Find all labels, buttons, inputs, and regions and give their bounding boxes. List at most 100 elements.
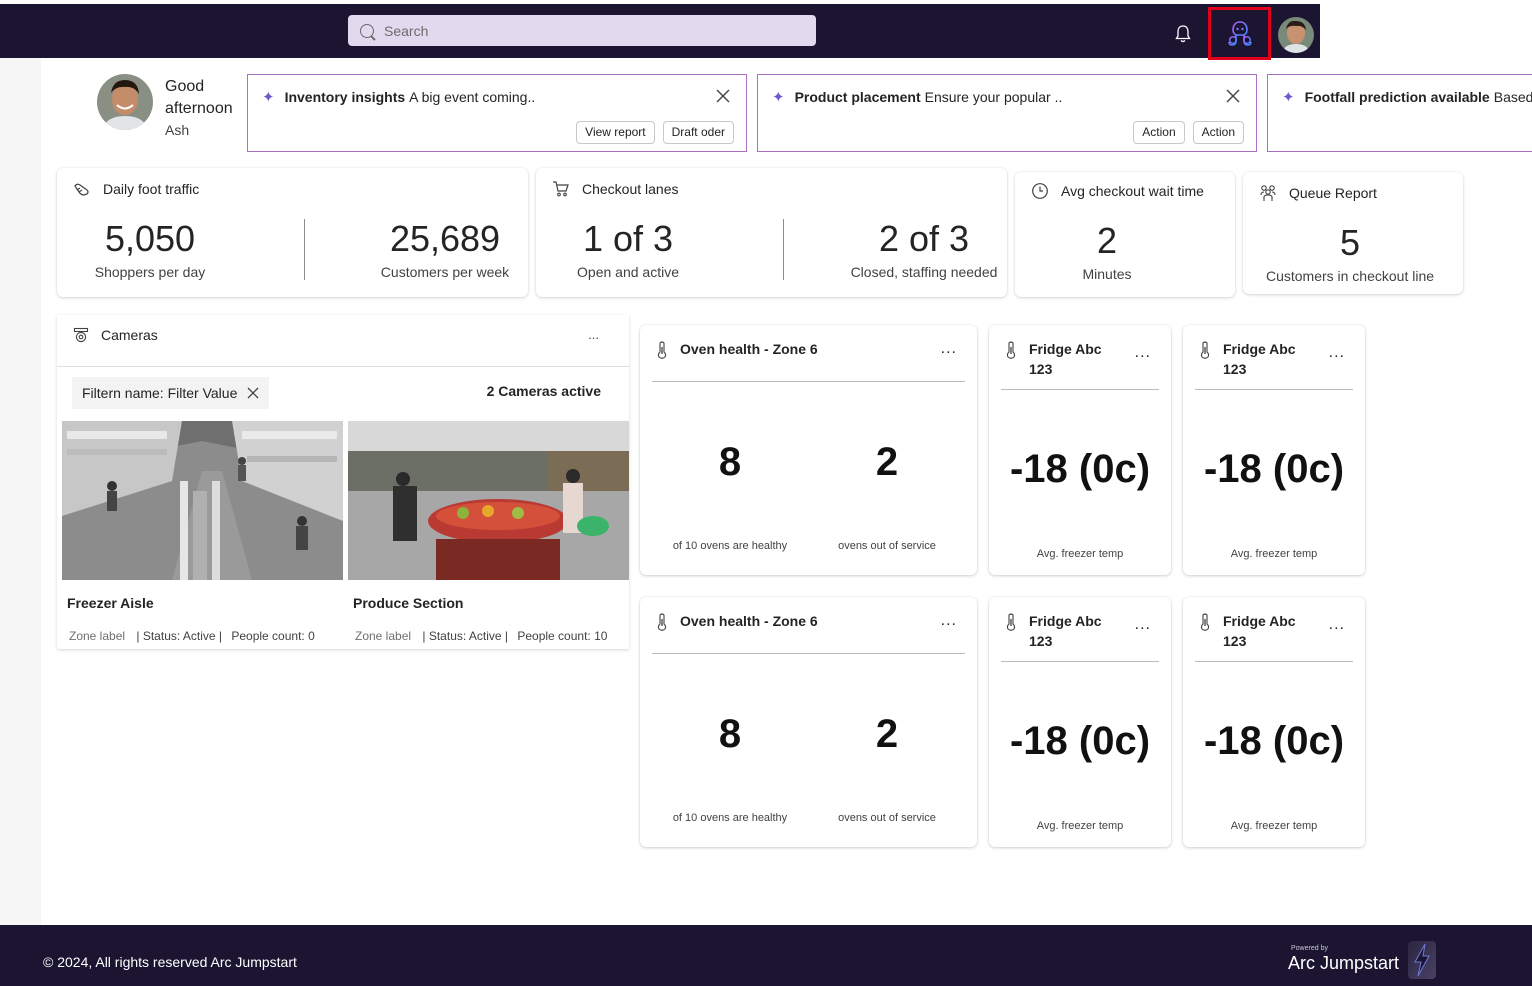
- open-lanes-value: 1 of 3: [582, 218, 674, 259]
- copilot-button[interactable]: [1208, 7, 1271, 60]
- open-lanes-label: Open and active: [577, 264, 679, 280]
- close-icon[interactable]: [247, 387, 259, 399]
- tile-title: Oven health - Zone 6: [680, 613, 818, 629]
- thermometer-icon: [1200, 341, 1210, 359]
- people-count: People count: 0: [231, 629, 315, 643]
- wait-time-card: Avg checkout wait time 2 Minutes: [1015, 172, 1235, 297]
- close-icon[interactable]: [716, 89, 730, 103]
- fridge-tile: Fridge Abc 123 ... -18 (0c) Avg. freezer…: [989, 325, 1171, 575]
- insight-text: A big event coming..: [409, 89, 536, 105]
- tile-subtitle: 123: [1223, 633, 1247, 649]
- camera-feed-card[interactable]: Freezer Aisle Zone label | Status: Activ…: [62, 421, 343, 643]
- divider: [1195, 661, 1353, 662]
- freezer-temp-value: -18 (0c): [1009, 719, 1151, 763]
- action-button[interactable]: Action: [1133, 121, 1185, 144]
- card-title: Avg checkout wait time: [1061, 183, 1204, 199]
- fridge-tile: Fridge Abc 123 ... -18 (0c) Avg. freezer…: [1183, 597, 1365, 847]
- divider: [1001, 661, 1159, 662]
- freezer-temp-label: Avg. freezer temp: [1036, 548, 1124, 560]
- greeting-line-1: Good: [165, 78, 205, 95]
- card-title: Queue Report: [1289, 185, 1377, 201]
- filter-label: Filtern name: Filter Value: [82, 385, 238, 401]
- status-text: | Status: Active |: [422, 629, 508, 643]
- action-button[interactable]: Action: [1192, 121, 1244, 144]
- close-icon[interactable]: [1226, 89, 1240, 103]
- customers-per-week-label: Customers per week: [380, 264, 510, 280]
- wait-time-label: Minutes: [1082, 266, 1132, 282]
- bell-icon[interactable]: [1174, 24, 1192, 44]
- ovens-out-of-service-label: ovens out of service: [838, 812, 936, 824]
- thermometer-icon: [657, 613, 667, 631]
- fridge-tile: Fridge Abc 123 ... -18 (0c) Avg. freezer…: [989, 597, 1171, 847]
- footer: © 2024, All rights reserved Arc Jumpstar…: [0, 925, 1532, 986]
- more-options-button[interactable]: ...: [588, 327, 599, 342]
- queue-label: Customers in checkout line: [1265, 268, 1435, 284]
- freezer-temp-value: -18 (0c): [1203, 719, 1345, 763]
- oven-health-tile: Oven health - Zone 6 ... 8 2 of 10 ovens…: [640, 597, 977, 847]
- divider: [652, 381, 965, 382]
- more-options-button[interactable]: ...: [1135, 344, 1151, 362]
- tile-title: Oven health - Zone 6: [680, 341, 818, 357]
- camera-feed-image[interactable]: [62, 421, 343, 580]
- top-nav-bar: Search: [0, 4, 1320, 60]
- shoppers-per-day-value: 5,050: [104, 218, 196, 259]
- copilot-icon: [1227, 20, 1252, 46]
- card-title: Daily foot traffic: [103, 181, 200, 197]
- more-options-button[interactable]: ...: [1135, 616, 1151, 634]
- more-options-button[interactable]: ...: [1329, 616, 1345, 634]
- greeting-line-2: afternoon: [165, 100, 233, 117]
- camera-feed-name: Freezer Aisle: [67, 595, 154, 611]
- copyright-text: © 2024, All rights reserved Arc Jumpstar…: [43, 954, 297, 970]
- thermometer-icon: [1200, 613, 1210, 631]
- insight-text: Based on: [1493, 89, 1532, 105]
- more-options-button[interactable]: ...: [941, 340, 957, 358]
- fridge-tile: Fridge Abc 123 ... -18 (0c) Avg. freezer…: [1183, 325, 1365, 575]
- thermometer-icon: [657, 341, 667, 359]
- search-input[interactable]: Search: [348, 15, 816, 46]
- customers-per-week-value: 25,689: [389, 218, 501, 259]
- camera-feed-image[interactable]: [348, 421, 629, 580]
- insight-card-footfall: ✦ Footfall prediction available Based on: [1267, 74, 1532, 152]
- freezer-temp-label: Avg. freezer temp: [1036, 820, 1124, 832]
- avatar[interactable]: [1278, 17, 1314, 53]
- divider: [57, 366, 629, 367]
- powered-by-label: Powered by: [1291, 945, 1328, 952]
- more-options-button[interactable]: ...: [941, 612, 957, 630]
- queue-value: 5: [1339, 222, 1361, 263]
- brand-name: Arc Jumpstart: [1288, 953, 1400, 973]
- cart-icon: [553, 181, 569, 197]
- cameras-title: Cameras: [101, 327, 158, 343]
- card-title: Checkout lanes: [582, 181, 679, 197]
- draft-order-button[interactable]: Draft oder: [662, 121, 734, 144]
- view-report-button[interactable]: View report: [576, 121, 655, 144]
- people-queue-icon: [1260, 185, 1276, 201]
- checkout-lanes-card: Checkout lanes 1 of 3 Open and active 2 …: [536, 168, 1007, 297]
- healthy-ovens-value: 8: [718, 712, 742, 756]
- tile-title: Fridge Abc: [1223, 613, 1296, 629]
- more-options-button[interactable]: ...: [1329, 344, 1345, 362]
- tile-subtitle: 123: [1029, 633, 1053, 649]
- lightning-logo-icon: [1408, 941, 1436, 979]
- foot-traffic-card: Daily foot traffic 5,050 Shoppers per da…: [57, 168, 528, 297]
- ovens-out-of-service-label: ovens out of service: [838, 540, 936, 552]
- tile-subtitle: 123: [1029, 361, 1053, 377]
- freezer-temp-value: -18 (0c): [1203, 447, 1345, 491]
- filter-chip[interactable]: Filtern name: Filter Value: [72, 377, 270, 409]
- healthy-ovens-label: of 10 ovens are healthy: [672, 540, 788, 552]
- thermometer-icon: [1006, 341, 1016, 359]
- freezer-temp-label: Avg. freezer temp: [1230, 548, 1318, 560]
- shoppers-per-day-label: Shoppers per day: [94, 264, 206, 280]
- divider: [652, 653, 965, 654]
- tile-title: Fridge Abc: [1223, 341, 1296, 357]
- cameras-active-count: 2 Cameras active: [486, 383, 601, 399]
- closed-lanes-value: 2 of 3: [878, 218, 970, 259]
- insight-title: Footfall prediction available: [1304, 89, 1490, 105]
- thermometer-icon: [1006, 613, 1016, 631]
- ovens-out-of-service-value: 2: [875, 712, 899, 756]
- camera-feed-card[interactable]: Produce Section Zone label | Status: Act…: [348, 421, 629, 643]
- camera-feed-name: Produce Section: [353, 595, 464, 611]
- divider: [1001, 389, 1159, 390]
- camera-feed-meta: Zone label | Status: Active | People cou…: [355, 629, 629, 643]
- wait-time-value: 2: [1096, 220, 1118, 261]
- zone-label: Zone label: [69, 629, 126, 643]
